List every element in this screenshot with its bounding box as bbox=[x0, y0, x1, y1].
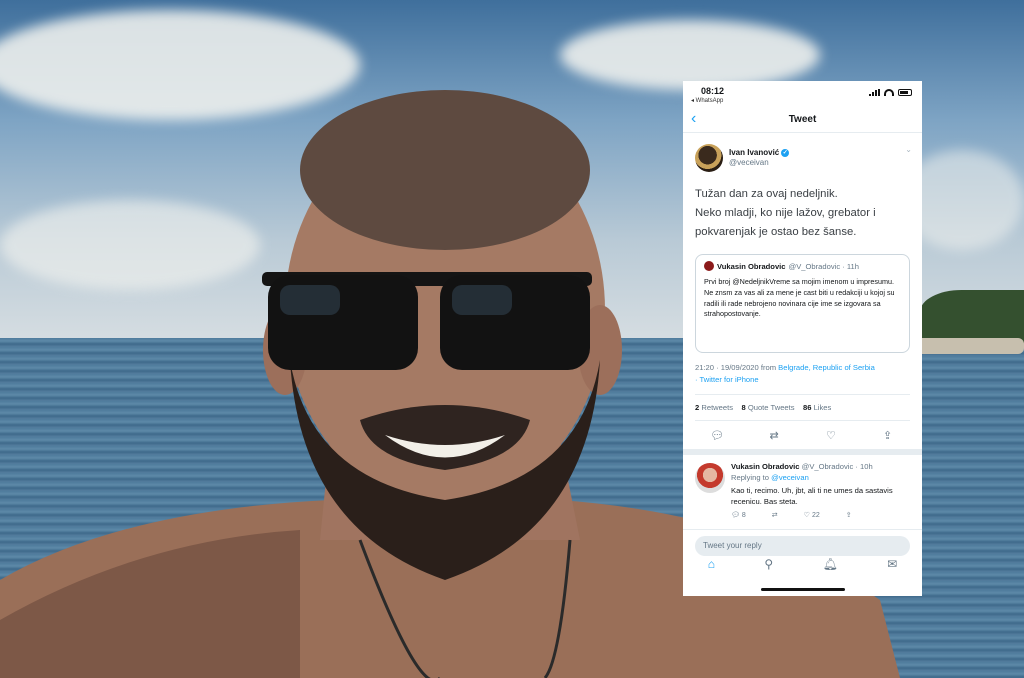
status-icons bbox=[869, 89, 912, 96]
wifi-icon bbox=[884, 89, 894, 96]
reply-action[interactable]: 💬︎ 8 bbox=[731, 511, 746, 520]
signal-icon bbox=[869, 89, 880, 96]
reply-count: 8 bbox=[741, 511, 746, 519]
reply-header: Vukasin Obradovic @V_Obradovic · 10h bbox=[731, 461, 910, 472]
island bbox=[920, 290, 1024, 345]
status-time: 08:12 bbox=[701, 86, 725, 96]
battery-icon bbox=[898, 89, 912, 96]
likes-label: Likes bbox=[813, 403, 832, 412]
author-name: Ivan Ivanović bbox=[729, 148, 780, 157]
quote-tweets-stat[interactable]: 8 Quote Tweets bbox=[741, 403, 794, 412]
verified-icon: ✓ bbox=[781, 149, 790, 157]
share-icon[interactable]: ⇪ bbox=[846, 511, 852, 519]
source-link[interactable]: · Twitter for iPhone bbox=[695, 375, 759, 384]
quoted-author-name: Vukasin Obradovic bbox=[717, 261, 786, 271]
quoted-tweet-header: Vukasin Obradovic @V_Obradovic · 11h bbox=[704, 261, 901, 271]
tab-bar: ⌂ ⚲ 🔔︎ ✉ bbox=[683, 549, 922, 579]
chevron-left-icon[interactable]: ‹ bbox=[691, 110, 696, 128]
reply-text: Kao ti, recimo. Uh, jbt, ali ti ne umes … bbox=[731, 486, 893, 506]
quote-tweets-count: 8 bbox=[741, 403, 746, 412]
retweets-count: 2 bbox=[695, 403, 700, 412]
main-tweet: Ivan Ivanović ✓ @veceivan ⌄ Tužan dan za… bbox=[683, 133, 922, 455]
replying-to-link[interactable]: @veceivan bbox=[771, 473, 809, 482]
page-title: Tweet bbox=[788, 114, 817, 125]
retweet-icon[interactable]: ⇄ bbox=[772, 511, 778, 519]
nav-bar: ‹ Tweet bbox=[683, 107, 922, 133]
likes-stat[interactable]: 86 Likes bbox=[803, 403, 831, 412]
search-icon[interactable]: ⚲ bbox=[764, 557, 773, 571]
tweet-text: Tužan dan za ovaj nedeljnik. Neko mladji… bbox=[695, 188, 876, 238]
share-icon[interactable]: ⇪ bbox=[878, 429, 898, 442]
quote-tweets-label: Quote Tweets bbox=[747, 403, 795, 412]
like-action[interactable]: ♡ 22 bbox=[803, 511, 820, 520]
shore-rocks bbox=[915, 338, 1024, 354]
avatar[interactable] bbox=[695, 463, 725, 493]
retweets-label: Retweets bbox=[701, 403, 734, 412]
chevron-down-icon[interactable]: ⌄ bbox=[905, 145, 912, 154]
status-bar: 08:12 ◂ WhatsApp bbox=[683, 81, 922, 107]
mail-icon[interactable]: ✉ bbox=[887, 557, 897, 571]
reply-icon: 💬︎ bbox=[731, 512, 740, 519]
reply-author-meta: @V_Obradovic · 10h bbox=[801, 462, 873, 471]
reply-body: Vukasin Obradovic @V_Obradovic · 10h Rep… bbox=[731, 461, 910, 507]
like-icon[interactable]: ♡ bbox=[821, 429, 841, 442]
author-handle: @veceivan bbox=[729, 158, 769, 167]
reply-icon[interactable]: 💬︎ bbox=[707, 429, 727, 442]
bell-icon[interactable]: 🔔︎ bbox=[823, 557, 838, 571]
tweet-stats: 2 Retweets 8 Quote Tweets 86 Likes bbox=[695, 395, 910, 421]
quoted-author-meta: @V_Obradovic · 11h bbox=[788, 261, 859, 271]
home-icon[interactable]: ⌂ bbox=[708, 557, 715, 571]
tweet-meta: 21:20 · 19/09/2020 from Belgrade, Republ… bbox=[695, 362, 910, 395]
avatar[interactable] bbox=[695, 144, 723, 172]
reply-author-name: Vukasin Obradovic bbox=[731, 462, 800, 471]
quoted-tweet[interactable]: Vukasin Obradovic @V_Obradovic · 11h Prv… bbox=[695, 254, 910, 353]
tweet-timestamp: 21:20 · 19/09/2020 from bbox=[695, 363, 779, 372]
avatar bbox=[704, 261, 714, 271]
reply-tweet[interactable]: Vukasin Obradovic @V_Obradovic · 10h Rep… bbox=[683, 455, 922, 530]
retweet-icon[interactable]: ⇄ bbox=[764, 429, 784, 442]
home-indicator bbox=[761, 588, 845, 591]
author-names: Ivan Ivanović ✓ @veceivan bbox=[729, 148, 790, 168]
reply-actions: 💬︎ 8 ⇄ ♡ 22 ⇪ bbox=[731, 511, 910, 520]
source-label: Twitter for iPhone bbox=[699, 375, 759, 384]
tweet-author[interactable]: Ivan Ivanović ✓ @veceivan bbox=[695, 141, 910, 175]
tweet-screenshot: 08:12 ◂ WhatsApp ‹ Tweet Ivan Ivanović ✓… bbox=[683, 81, 922, 596]
likes-count: 86 bbox=[803, 403, 812, 412]
retweets-stat[interactable]: 2 Retweets bbox=[695, 403, 733, 412]
tweet-actions: 💬︎ ⇄ ♡ ⇪ bbox=[683, 421, 922, 455]
back-to-app-link[interactable]: ◂ WhatsApp bbox=[691, 97, 723, 104]
location-link[interactable]: Belgrade, Republic of Serbia bbox=[778, 363, 875, 372]
replying-to: Replying to @veceivan bbox=[731, 472, 910, 483]
quoted-tweet-text: Prvi broj @NedeljnikVreme sa mojim imeno… bbox=[704, 277, 895, 319]
like-icon: ♡ bbox=[803, 512, 810, 519]
author-name-row: Ivan Ivanović ✓ bbox=[729, 148, 790, 158]
replying-prefix: Replying to bbox=[731, 473, 772, 482]
like-count: 22 bbox=[811, 511, 820, 519]
